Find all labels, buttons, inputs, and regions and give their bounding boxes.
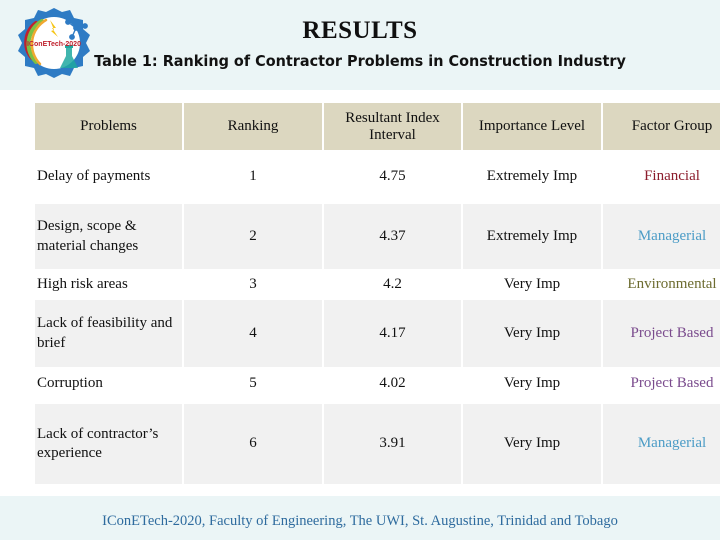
table-row: High risk areas 3 4.2 Very Imp Environme… (35, 269, 720, 300)
cell-importance-level: Extremely Imp (463, 204, 601, 269)
cell-problem: Lack of feasibility and brief (35, 300, 182, 367)
cell-ranking: 3 (184, 269, 322, 300)
table-header: Problems Ranking Resultant Index Interva… (35, 103, 720, 150)
table-header-row: Problems Ranking Resultant Index Interva… (35, 103, 720, 150)
column-header-resultant-index-interval: Resultant Index Interval (324, 103, 461, 150)
iconetech-2020-logo: IConETech-2020 (6, 4, 102, 88)
cell-factor-group: Environmental (603, 269, 720, 300)
cell-ranking: 6 (184, 404, 322, 484)
results-table: Problems Ranking Resultant Index Interva… (33, 103, 720, 484)
table-row: Delay of payments 1 4.75 Extremely Imp F… (35, 150, 720, 204)
cell-resultant-index-interval: 3.91 (324, 404, 461, 484)
cell-ranking: 2 (184, 204, 322, 269)
footer-text: IConETech-2020, Faculty of Engineering, … (102, 512, 618, 529)
cell-resultant-index-interval: 4.37 (324, 204, 461, 269)
cell-resultant-index-interval: 4.17 (324, 300, 461, 367)
top-banner-band (0, 0, 720, 90)
cell-ranking: 1 (184, 150, 322, 204)
table-row: Corruption 5 4.02 Very Imp Project Based (35, 367, 720, 400)
cell-resultant-index-interval: 4.2 (324, 269, 461, 300)
table-row: Lack of feasibility and brief 4 4.17 Ver… (35, 300, 720, 367)
cell-factor-group: Financial (603, 150, 720, 204)
cell-importance-level: Very Imp (463, 269, 601, 300)
cell-factor-group: Project Based (603, 300, 720, 367)
page-title: RESULTS (302, 17, 418, 44)
cell-factor-group: Managerial (603, 204, 720, 269)
cell-ranking: 4 (184, 300, 322, 367)
cell-factor-group: Project Based (603, 367, 720, 400)
table-body: Delay of payments 1 4.75 Extremely Imp F… (35, 150, 720, 484)
column-header-importance-level: Importance Level (463, 103, 601, 150)
column-header-factor-group: Factor Group (603, 103, 720, 150)
cell-problem: Delay of payments (35, 150, 182, 204)
cell-problem: Lack of contractor’s experience (35, 404, 182, 484)
table-caption: Table 1: Ranking of Contractor Problems … (94, 52, 626, 70)
cell-resultant-index-interval: 4.02 (324, 367, 461, 400)
cell-problem: Corruption (35, 367, 182, 400)
cell-ranking: 5 (184, 367, 322, 400)
cell-factor-group: Managerial (603, 404, 720, 484)
column-header-problems: Problems (35, 103, 182, 150)
column-header-ranking: Ranking (184, 103, 322, 150)
cell-importance-level: Very Imp (463, 300, 601, 367)
cell-problem: Design, scope & material changes (35, 204, 182, 269)
table-row: Lack of contractor’s experience 6 3.91 V… (35, 404, 720, 484)
cell-importance-level: Extremely Imp (463, 150, 601, 204)
cell-importance-level: Very Imp (463, 404, 601, 484)
cell-importance-level: Very Imp (463, 367, 601, 400)
table-row: Design, scope & material changes 2 4.37 … (35, 204, 720, 269)
cell-resultant-index-interval: 4.75 (324, 150, 461, 204)
cell-problem: High risk areas (35, 269, 182, 300)
